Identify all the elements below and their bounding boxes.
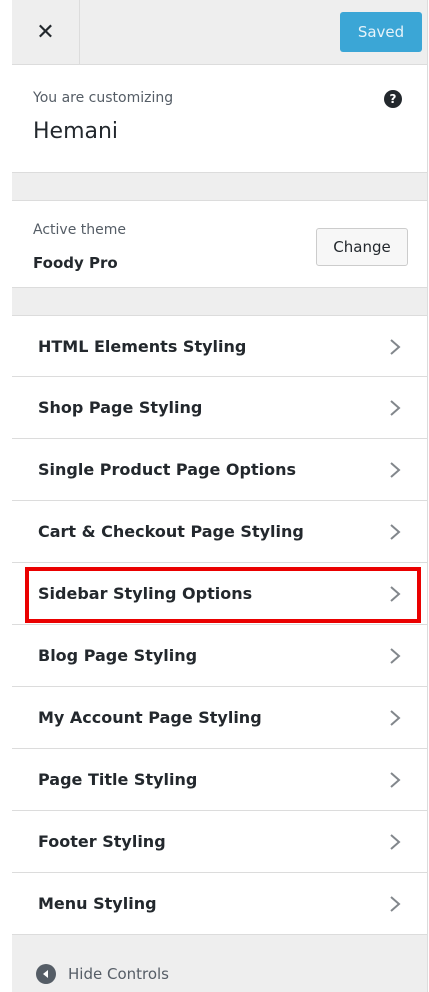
- menu-item-label: My Account Page Styling: [38, 708, 262, 727]
- chevron-right-icon: [390, 462, 401, 478]
- hide-controls-button[interactable]: Hide Controls: [12, 956, 427, 992]
- menu-item-single-product-page-options[interactable]: Single Product Page Options: [12, 439, 427, 501]
- chevron-right-icon: [390, 586, 401, 602]
- close-icon: ✕: [36, 19, 55, 45]
- menu-item-label: Sidebar Styling Options: [38, 584, 253, 603]
- chevron-right-icon: [390, 772, 401, 788]
- chevron-right-icon: [390, 648, 401, 664]
- menu-item-sidebar-styling-options[interactable]: Sidebar Styling Options: [12, 563, 427, 625]
- customizing-info: You are customizing Hemani ?: [12, 65, 427, 173]
- theme-name: Foody Pro: [33, 254, 118, 272]
- menu-item-blog-page-styling[interactable]: Blog Page Styling: [12, 625, 427, 687]
- menu-item-label: HTML Elements Styling: [38, 337, 247, 356]
- menu-item-label: Cart & Checkout Page Styling: [38, 522, 304, 541]
- hide-controls-label: Hide Controls: [68, 965, 170, 983]
- customizing-label: You are customizing: [33, 90, 174, 106]
- menu-item-label: Shop Page Styling: [38, 398, 203, 417]
- collapse-left-icon: [36, 964, 56, 984]
- customizer-menu: HTML Elements Styling Shop Page Styling …: [12, 315, 427, 935]
- active-theme-label: Active theme: [33, 222, 126, 238]
- customizer-panel: ✕ Saved You are customizing Hemani ? Act…: [12, 0, 428, 992]
- menu-item-footer-styling[interactable]: Footer Styling: [12, 811, 427, 873]
- help-icon[interactable]: ?: [384, 90, 402, 108]
- menu-item-cart-checkout-page-styling[interactable]: Cart & Checkout Page Styling: [12, 501, 427, 563]
- menu-item-menu-styling[interactable]: Menu Styling: [12, 873, 427, 935]
- menu-item-page-title-styling[interactable]: Page Title Styling: [12, 749, 427, 811]
- menu-item-label: Blog Page Styling: [38, 646, 198, 665]
- menu-item-label: Footer Styling: [38, 832, 166, 851]
- chevron-right-icon: [390, 339, 401, 355]
- chevron-right-icon: [390, 524, 401, 540]
- chevron-right-icon: [390, 710, 401, 726]
- menu-item-my-account-page-styling[interactable]: My Account Page Styling: [12, 687, 427, 749]
- change-theme-button[interactable]: Change: [316, 228, 408, 266]
- menu-item-html-elements-styling[interactable]: HTML Elements Styling: [12, 315, 427, 377]
- close-button[interactable]: ✕: [12, 0, 80, 64]
- active-theme-section: Active theme Foody Pro Change: [12, 200, 427, 288]
- chevron-right-icon: [390, 896, 401, 912]
- menu-item-shop-page-styling[interactable]: Shop Page Styling: [12, 377, 427, 439]
- menu-item-label: Menu Styling: [38, 894, 157, 913]
- chevron-right-icon: [390, 834, 401, 850]
- chevron-right-icon: [390, 400, 401, 416]
- menu-item-label: Page Title Styling: [38, 770, 198, 789]
- site-title: Hemani: [33, 119, 119, 144]
- saved-button[interactable]: Saved: [340, 12, 422, 52]
- customizer-header: ✕ Saved: [12, 0, 427, 65]
- menu-item-label: Single Product Page Options: [38, 460, 296, 479]
